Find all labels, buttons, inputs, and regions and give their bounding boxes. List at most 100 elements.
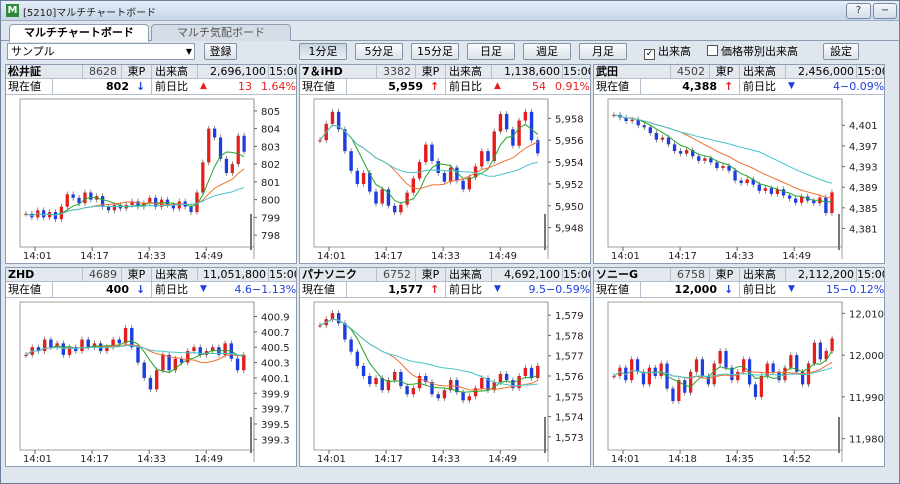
- panel-quote-row: 現在値 802 ↓ 前日比 ▲ 13 1.64%: [6, 79, 296, 95]
- change-label: 前日比: [739, 282, 776, 297]
- price-direction-icon: ↓: [724, 283, 734, 296]
- candle-down: [136, 347, 140, 363]
- chart-panel[interactable]: ソニーG 6758東P出来高2,112,20015:00 現在値 12,000 ↓ 前日比…: [593, 267, 885, 467]
- candle-up: [374, 378, 378, 385]
- candle-down: [697, 156, 701, 161]
- candle-up: [612, 376, 616, 378]
- candle-up: [161, 354, 165, 371]
- checkbox-unchecked-icon[interactable]: [707, 45, 718, 56]
- candle-down: [709, 158, 713, 163]
- candle-up: [745, 179, 749, 184]
- candle-down: [486, 151, 490, 161]
- interval-1min-button[interactable]: 1分足: [299, 43, 347, 60]
- price-volume-checkbox[interactable]: 価格帯別出来高: [707, 45, 798, 59]
- register-button[interactable]: 登録: [204, 43, 237, 60]
- candle-down: [242, 135, 246, 152]
- panel-quote-row: 現在値 400 ↓ 前日比 ▼ 4.6 −1.13%: [6, 282, 296, 298]
- y-tick-label: 399.5: [261, 420, 290, 431]
- candlestick-chart[interactable]: 12,010 12,000 11,990 11,980 14:01 14:18 14:35 1…: [594, 299, 885, 467]
- candlestick-chart[interactable]: 4,401 4,397 4,393 4,389 4,385 4,381 14:01 14:17…: [594, 96, 885, 264]
- stock-name: ZHD: [8, 268, 35, 281]
- candle-up: [318, 325, 322, 327]
- checkbox-checked-icon[interactable]: ✓: [644, 49, 655, 60]
- change-direction-icon: ▼: [788, 284, 795, 294]
- interval-weekly-button[interactable]: 週足: [523, 43, 571, 60]
- x-tick-label: 14:33: [431, 454, 460, 465]
- settings-button[interactable]: 設定: [823, 43, 859, 60]
- chart-panel[interactable]: ZHD 4689東P出来高11,051,80015:00 現在値 400 ↓ 前日比 ▼ 4.…: [5, 267, 297, 467]
- candle-up: [783, 367, 787, 381]
- candle-down: [355, 351, 360, 366]
- candle-down: [812, 200, 816, 204]
- price-direction-icon: ↓: [136, 283, 146, 296]
- candle-down: [77, 197, 81, 204]
- y-tick-label: 11,980: [849, 435, 884, 446]
- candle-up: [442, 390, 447, 399]
- x-tick-label: 14:33: [725, 251, 754, 262]
- app-logo-icon: M: [6, 4, 19, 17]
- x-tick-label: 14:17: [80, 251, 109, 262]
- y-tick-label: 5,948: [555, 224, 584, 235]
- candlestick-chart[interactable]: 805 804 803 802 801 800 799 798 14:01 14:17 14:33 1…: [6, 96, 297, 264]
- volume-label: 出来高: [739, 268, 785, 281]
- candle-up: [830, 338, 834, 351]
- candle-up: [411, 388, 416, 395]
- interval-15min-button[interactable]: 15分足: [411, 43, 459, 60]
- volume-checkbox-label: 出来高: [658, 45, 691, 58]
- candle-up: [65, 194, 69, 207]
- volume-checkbox[interactable]: ✓ 出来高: [644, 45, 691, 60]
- candle-up: [411, 178, 416, 193]
- x-tick-label: 14:33: [431, 251, 460, 262]
- tab-bar: マルチチャートボード マルチ気配ボード: [1, 21, 899, 42]
- update-time: 15:00: [856, 65, 884, 78]
- interval-monthly-button[interactable]: 月足: [579, 43, 627, 60]
- candlestick-chart[interactable]: 5,958 5,956 5,954 5,952 5,950 5,948 14:01 14:17…: [300, 96, 591, 264]
- x-tick-label: 14:35: [725, 454, 754, 465]
- market-label: 東P: [121, 65, 151, 78]
- stock-name: 松井証: [8, 65, 41, 78]
- candle-up: [721, 166, 725, 169]
- panel-quote-row: 現在値 4,388 ↑ 前日比 ▼ 4 −0.09%: [594, 79, 884, 95]
- candle-down: [678, 151, 683, 154]
- candle-down: [642, 125, 646, 128]
- y-tick-label: 804: [261, 125, 280, 136]
- candle-down: [504, 373, 509, 381]
- y-tick-label: 5,954: [555, 158, 584, 169]
- change-percent: −0.12%: [840, 283, 885, 296]
- change-label: 前日比: [739, 79, 776, 94]
- panel-header: 武田 4502東P出来高2,456,00015:00: [594, 65, 884, 79]
- tab-multi-quote-board[interactable]: マルチ気配ボード: [151, 24, 291, 41]
- y-tick-label: 4,389: [849, 183, 878, 194]
- y-tick-label: 803: [261, 142, 280, 153]
- candle-down: [349, 151, 353, 171]
- candle-down: [436, 160, 440, 173]
- candlestick-chart[interactable]: 1,579 1,578 1,577 1,576 1,575 1,574 1,573 14:01…: [300, 299, 591, 467]
- minimize-button[interactable]: −: [873, 3, 897, 19]
- candle-down: [700, 359, 705, 376]
- tab-multi-chart-board[interactable]: マルチチャートボード: [9, 24, 149, 42]
- candle-down: [198, 347, 202, 355]
- candle-down: [793, 198, 798, 203]
- y-tick-label: 400.5: [261, 343, 290, 354]
- candle-down: [430, 144, 434, 161]
- help-button[interactable]: ?: [846, 3, 871, 19]
- y-tick-label: 399.7: [261, 405, 290, 416]
- dropdown-arrow-icon[interactable]: ▼: [186, 44, 192, 59]
- candle-up: [684, 150, 689, 154]
- volume-bar: [250, 417, 252, 453]
- chart-panel[interactable]: 松井証 8628東P出来高2,696,10015:00 現在値 802 ↓ 前日比 ▲ 13 1…: [5, 64, 297, 264]
- group-select[interactable]: サンプル ▼: [7, 43, 195, 60]
- candle-up: [330, 313, 335, 320]
- candle-up: [417, 162, 422, 179]
- candle-down: [654, 132, 659, 140]
- chart-panel[interactable]: パナソニク 6752東P出来高4,692,10015:00 現在値 1,577 ↑ 前日比…: [299, 267, 591, 467]
- chart-panel[interactable]: 武田 4502東P出来高2,456,00015:00 現在値 4,388 ↑ 前日比 ▼ 4−…: [593, 64, 885, 264]
- volume-label: 出来高: [445, 268, 491, 281]
- chart-panel[interactable]: 7＆iHD 3382東P出来高1,138,60015:00 現在値 5,959 ↑ 前日比…: [299, 64, 591, 264]
- candlestick-chart[interactable]: 400.9 400.7 400.5 400.3 400.1 399.9 399.7 399.5…: [6, 299, 297, 467]
- change-value: 9.5: [528, 283, 547, 296]
- interval-daily-button[interactable]: 日足: [467, 43, 515, 60]
- panel-header: 7＆iHD 3382東P出来高1,138,60015:00: [300, 65, 590, 79]
- interval-5min-button[interactable]: 5分足: [355, 43, 403, 60]
- candle-up: [765, 363, 769, 376]
